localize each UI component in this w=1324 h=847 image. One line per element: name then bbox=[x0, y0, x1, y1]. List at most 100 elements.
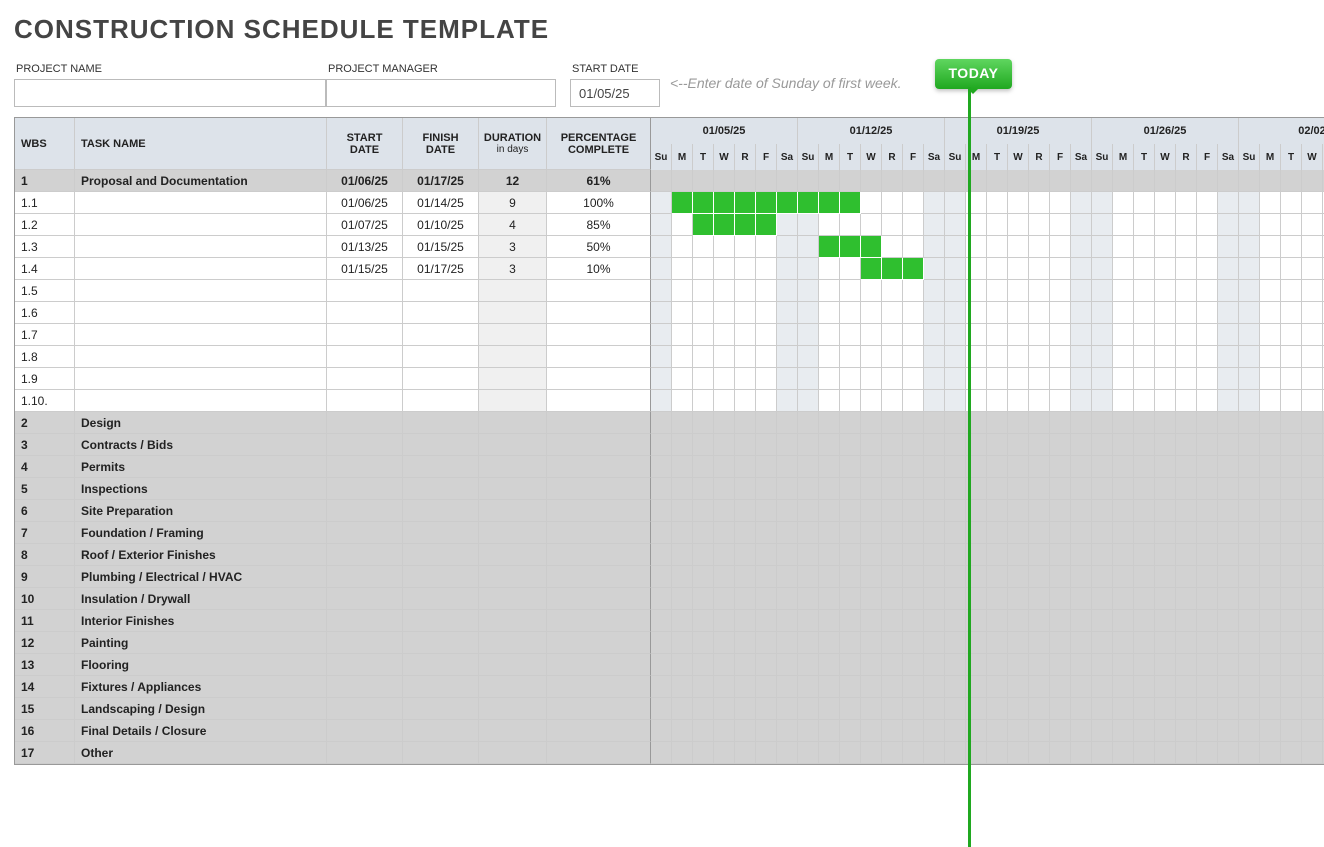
cell-finish[interactable] bbox=[403, 544, 479, 566]
cell-wbs[interactable]: 4 bbox=[15, 456, 75, 478]
cell-pct[interactable]: 61% bbox=[547, 170, 651, 192]
cell-duration[interactable] bbox=[479, 456, 547, 478]
cell-pct[interactable] bbox=[547, 522, 651, 544]
cell-task[interactable]: Contracts / Bids bbox=[75, 434, 327, 456]
cell-pct[interactable] bbox=[547, 478, 651, 500]
cell-duration[interactable] bbox=[479, 346, 547, 368]
cell-task[interactable] bbox=[75, 302, 327, 324]
project-name-input[interactable] bbox=[14, 79, 326, 107]
cell-wbs[interactable]: 9 bbox=[15, 566, 75, 588]
cell-duration[interactable]: 4 bbox=[479, 214, 547, 236]
cell-wbs[interactable]: 17 bbox=[15, 742, 75, 764]
cell-pct[interactable] bbox=[547, 302, 651, 324]
cell-wbs[interactable]: 1.6 bbox=[15, 302, 75, 324]
cell-pct[interactable] bbox=[547, 280, 651, 302]
cell-start[interactable] bbox=[327, 324, 403, 346]
cell-start[interactable] bbox=[327, 346, 403, 368]
cell-task[interactable]: Plumbing / Electrical / HVAC bbox=[75, 566, 327, 588]
cell-duration[interactable]: 12 bbox=[479, 170, 547, 192]
cell-finish[interactable] bbox=[403, 676, 479, 698]
cell-start[interactable] bbox=[327, 566, 403, 588]
cell-wbs[interactable]: 13 bbox=[15, 654, 75, 676]
cell-duration[interactable] bbox=[479, 280, 547, 302]
cell-duration[interactable] bbox=[479, 434, 547, 456]
cell-start[interactable] bbox=[327, 478, 403, 500]
cell-finish[interactable]: 01/17/25 bbox=[403, 170, 479, 192]
cell-finish[interactable] bbox=[403, 522, 479, 544]
cell-duration[interactable] bbox=[479, 698, 547, 720]
cell-duration[interactable]: 9 bbox=[479, 192, 547, 214]
cell-pct[interactable] bbox=[547, 588, 651, 610]
cell-pct[interactable] bbox=[547, 566, 651, 588]
cell-task[interactable] bbox=[75, 258, 327, 280]
cell-duration[interactable] bbox=[479, 654, 547, 676]
cell-duration[interactable] bbox=[479, 720, 547, 742]
cell-pct[interactable] bbox=[547, 346, 651, 368]
cell-finish[interactable]: 01/17/25 bbox=[403, 258, 479, 280]
cell-start[interactable]: 01/06/25 bbox=[327, 192, 403, 214]
cell-task[interactable]: Proposal and Documentation bbox=[75, 170, 327, 192]
cell-pct[interactable] bbox=[547, 654, 651, 676]
cell-duration[interactable]: 3 bbox=[479, 236, 547, 258]
cell-start[interactable] bbox=[327, 522, 403, 544]
cell-wbs[interactable]: 1.1 bbox=[15, 192, 75, 214]
cell-pct[interactable] bbox=[547, 544, 651, 566]
cell-wbs[interactable]: 1 bbox=[15, 170, 75, 192]
cell-wbs[interactable]: 5 bbox=[15, 478, 75, 500]
cell-duration[interactable] bbox=[479, 390, 547, 412]
cell-wbs[interactable]: 12 bbox=[15, 632, 75, 654]
cell-finish[interactable] bbox=[403, 478, 479, 500]
cell-finish[interactable] bbox=[403, 500, 479, 522]
cell-pct[interactable] bbox=[547, 500, 651, 522]
cell-start[interactable] bbox=[327, 720, 403, 742]
cell-start[interactable] bbox=[327, 500, 403, 522]
cell-start[interactable] bbox=[327, 632, 403, 654]
cell-start[interactable] bbox=[327, 390, 403, 412]
cell-task[interactable] bbox=[75, 324, 327, 346]
cell-finish[interactable] bbox=[403, 346, 479, 368]
cell-pct[interactable] bbox=[547, 456, 651, 478]
cell-finish[interactable] bbox=[403, 280, 479, 302]
cell-finish[interactable] bbox=[403, 720, 479, 742]
cell-start[interactable] bbox=[327, 610, 403, 632]
cell-duration[interactable]: 3 bbox=[479, 258, 547, 280]
cell-wbs[interactable]: 15 bbox=[15, 698, 75, 720]
cell-finish[interactable] bbox=[403, 302, 479, 324]
cell-task[interactable] bbox=[75, 280, 327, 302]
cell-finish[interactable] bbox=[403, 654, 479, 676]
cell-start[interactable]: 01/07/25 bbox=[327, 214, 403, 236]
cell-pct[interactable] bbox=[547, 632, 651, 654]
cell-pct[interactable] bbox=[547, 610, 651, 632]
cell-start[interactable] bbox=[327, 698, 403, 720]
cell-pct[interactable] bbox=[547, 368, 651, 390]
cell-duration[interactable] bbox=[479, 302, 547, 324]
cell-wbs[interactable]: 11 bbox=[15, 610, 75, 632]
cell-finish[interactable] bbox=[403, 324, 479, 346]
cell-start[interactable] bbox=[327, 456, 403, 478]
cell-wbs[interactable]: 14 bbox=[15, 676, 75, 698]
cell-pct[interactable] bbox=[547, 412, 651, 434]
cell-duration[interactable] bbox=[479, 324, 547, 346]
cell-start[interactable] bbox=[327, 368, 403, 390]
cell-task[interactable]: Other bbox=[75, 742, 327, 764]
cell-task[interactable]: Final Details / Closure bbox=[75, 720, 327, 742]
cell-task[interactable]: Foundation / Framing bbox=[75, 522, 327, 544]
cell-task[interactable] bbox=[75, 346, 327, 368]
cell-wbs[interactable]: 1.3 bbox=[15, 236, 75, 258]
cell-wbs[interactable]: 2 bbox=[15, 412, 75, 434]
cell-duration[interactable] bbox=[479, 368, 547, 390]
cell-wbs[interactable]: 10 bbox=[15, 588, 75, 610]
cell-pct[interactable] bbox=[547, 434, 651, 456]
cell-task[interactable]: Flooring bbox=[75, 654, 327, 676]
cell-duration[interactable] bbox=[479, 742, 547, 764]
cell-wbs[interactable]: 8 bbox=[15, 544, 75, 566]
cell-wbs[interactable]: 16 bbox=[15, 720, 75, 742]
cell-task[interactable]: Painting bbox=[75, 632, 327, 654]
cell-start[interactable] bbox=[327, 676, 403, 698]
cell-finish[interactable] bbox=[403, 390, 479, 412]
cell-task[interactable]: Site Preparation bbox=[75, 500, 327, 522]
cell-wbs[interactable]: 7 bbox=[15, 522, 75, 544]
cell-start[interactable] bbox=[327, 544, 403, 566]
cell-finish[interactable] bbox=[403, 566, 479, 588]
cell-duration[interactable] bbox=[479, 412, 547, 434]
